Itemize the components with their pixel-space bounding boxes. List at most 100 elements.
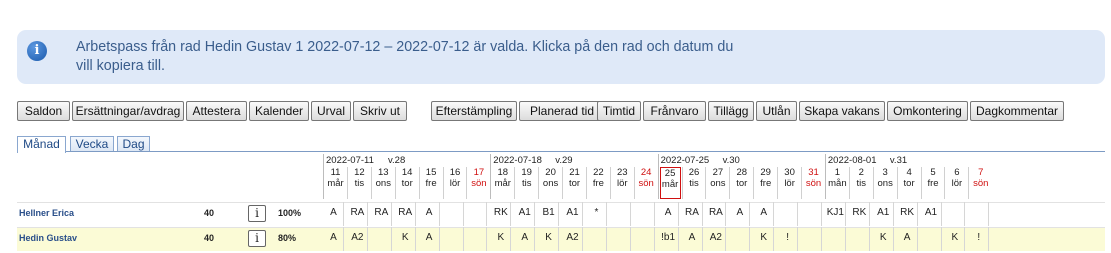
day-header[interactable]: 27 ons: [707, 167, 728, 199]
schedule-cell[interactable]: [587, 227, 607, 251]
schedule-cell[interactable]: A2: [348, 227, 368, 251]
schedule-cell[interactable]: [444, 227, 464, 251]
schedule-cell[interactable]: [802, 227, 822, 251]
timtid-button[interactable]: Timtid: [597, 101, 641, 121]
schedule-cell[interactable]: A: [324, 202, 344, 226]
schedule-cell[interactable]: RA: [348, 202, 368, 226]
schedule-cell[interactable]: [635, 227, 655, 251]
schedule-cell[interactable]: K: [396, 227, 416, 251]
schedule-cell[interactable]: [467, 202, 488, 226]
attestera-button[interactable]: Attestera: [186, 101, 247, 121]
day-header[interactable]: 20 ons: [540, 167, 561, 199]
schedule-cell[interactable]: KJ1: [826, 202, 846, 226]
day-header[interactable]: 15 fre: [421, 167, 442, 199]
skapa-vakans-button[interactable]: Skapa vakans: [799, 101, 885, 121]
schedule-cell[interactable]: [850, 227, 870, 251]
schedule-cell[interactable]: [467, 227, 488, 251]
tab-dag[interactable]: Dag: [117, 136, 150, 152]
tillägg-button[interactable]: Tillägg: [708, 101, 754, 121]
schedule-cell[interactable]: [611, 227, 631, 251]
schedule-cell[interactable]: A1: [515, 202, 536, 226]
schedule-cell[interactable]: RA: [372, 202, 392, 226]
day-header[interactable]: 26 tis: [684, 167, 705, 199]
schedule-cell[interactable]: RA: [683, 202, 703, 226]
saldon-button[interactable]: Saldon: [17, 101, 70, 121]
schedule-cell[interactable]: A1: [874, 202, 894, 226]
schedule-cell[interactable]: A: [420, 227, 440, 251]
skriv-ut-button[interactable]: Skriv ut: [353, 101, 407, 121]
day-header[interactable]: 1 mån: [827, 167, 848, 199]
schedule-cell[interactable]: [730, 227, 751, 251]
schedule-cell[interactable]: K: [491, 227, 512, 251]
day-header[interactable]: 11 mår: [325, 167, 346, 199]
schedule-cell[interactable]: *: [587, 202, 607, 226]
kalender-button[interactable]: Kalender: [249, 101, 309, 121]
day-header[interactable]: 30 lör: [779, 167, 800, 199]
schedule-cell[interactable]: A: [898, 227, 918, 251]
efterstämpling-button[interactable]: Efterstämpling: [431, 101, 517, 121]
schedule-cell[interactable]: !: [969, 227, 990, 251]
schedule-cell[interactable]: A2: [706, 227, 727, 251]
schedule-cell[interactable]: [635, 202, 655, 226]
schedule-cell[interactable]: [372, 227, 392, 251]
employee-name-link[interactable]: Hellner Erica: [19, 208, 74, 218]
frånvaro-button[interactable]: Frånvaro: [643, 101, 706, 121]
schedule-cell[interactable]: [778, 202, 799, 226]
schedule-cell[interactable]: [826, 227, 846, 251]
schedule-cell[interactable]: A: [324, 227, 344, 251]
schedule-cell[interactable]: !: [778, 227, 799, 251]
tab-månad[interactable]: Månad: [17, 136, 66, 153]
schedule-cell[interactable]: RK: [491, 202, 512, 226]
schedule-cell[interactable]: A: [420, 202, 440, 226]
day-header[interactable]: 4 tor: [899, 167, 920, 199]
schedule-cell[interactable]: [969, 202, 990, 226]
day-header[interactable]: 19 tis: [516, 167, 537, 199]
day-header[interactable]: 3 ons: [875, 167, 896, 199]
day-header[interactable]: 22 fre: [588, 167, 609, 199]
day-header[interactable]: 25 mår: [659, 167, 681, 199]
dagkommentar-button[interactable]: Dagkommentar: [970, 101, 1064, 121]
day-header[interactable]: 14 tor: [397, 167, 418, 199]
schedule-cell[interactable]: RA: [706, 202, 727, 226]
day-header[interactable]: 23 lör: [612, 167, 633, 199]
utlån-button[interactable]: Utlån: [756, 101, 797, 121]
employee-info-button[interactable]: i: [248, 230, 266, 247]
schedule-cell[interactable]: RK: [898, 202, 918, 226]
schedule-cell[interactable]: A: [659, 202, 679, 226]
schedule-cell[interactable]: A1: [922, 202, 942, 226]
schedule-cell[interactable]: RK: [850, 202, 870, 226]
schedule-cell[interactable]: [922, 227, 942, 251]
day-header[interactable]: 24 sön: [636, 167, 657, 199]
schedule-cell[interactable]: A2: [563, 227, 583, 251]
schedule-cell[interactable]: [611, 202, 631, 226]
schedule-cell[interactable]: RA: [396, 202, 416, 226]
day-header[interactable]: 13 ons: [373, 167, 394, 199]
schedule-cell[interactable]: K: [754, 227, 775, 251]
day-header[interactable]: 7 sön: [970, 167, 991, 199]
schedule-cell[interactable]: A1: [563, 202, 583, 226]
schedule-cell[interactable]: A: [515, 227, 536, 251]
schedule-cell[interactable]: K: [539, 227, 560, 251]
schedule-cell[interactable]: K: [945, 227, 966, 251]
day-header[interactable]: 28 tor: [731, 167, 752, 199]
schedule-cell[interactable]: [802, 202, 822, 226]
schedule-cell[interactable]: A: [683, 227, 703, 251]
employee-name-link[interactable]: Hedin Gustav: [19, 233, 77, 243]
planerad-tid-button[interactable]: Planerad tid: [519, 101, 605, 121]
day-header[interactable]: 17 sön: [468, 167, 489, 199]
day-header[interactable]: 21 tor: [564, 167, 585, 199]
schedule-cell[interactable]: A: [730, 202, 751, 226]
schedule-cell[interactable]: B1: [539, 202, 560, 226]
schedule-cell[interactable]: !b1: [659, 227, 679, 251]
ersättningar-avdrag-button[interactable]: Ersättningar/avdrag: [72, 101, 184, 121]
day-header[interactable]: 16 lör: [445, 167, 466, 199]
day-header[interactable]: 6 lör: [946, 167, 967, 199]
schedule-cell[interactable]: K: [874, 227, 894, 251]
urval-button[interactable]: Urval: [311, 101, 351, 121]
day-header[interactable]: 31 sön: [803, 167, 824, 199]
employee-info-button[interactable]: i: [248, 205, 266, 222]
day-header[interactable]: 2 tis: [851, 167, 872, 199]
schedule-cell[interactable]: [945, 202, 966, 226]
omkontering-button[interactable]: Omkontering: [887, 101, 968, 121]
schedule-cell[interactable]: A: [754, 202, 775, 226]
